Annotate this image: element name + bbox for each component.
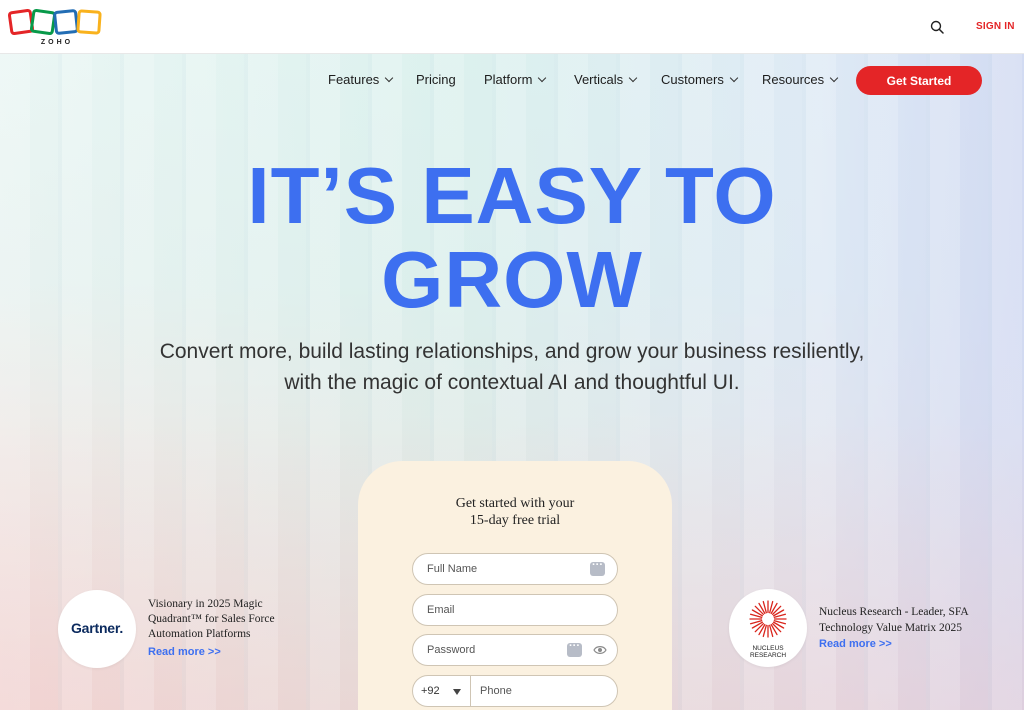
get-started-button[interactable]: Get Started [856, 66, 982, 95]
email-placeholder: Email [427, 604, 455, 616]
subtext-line-1: Convert more, build lasting relationship… [159, 340, 865, 363]
nucleus-badge: NUCLEUS RESEARCH [729, 589, 807, 667]
main-nav: Features Pricing Platform Verticals Cust… [0, 54, 1024, 106]
nucleus-line-2: Technology Value Matrix 2025 [819, 622, 963, 634]
nucleus-logo-line-2: RESEARCH [749, 652, 787, 659]
signup-form: Get started with your 15-day free trial … [358, 461, 672, 710]
nucleus-award-text: Nucleus Research - Leader, SFA Technolog… [819, 604, 1009, 652]
chevron-down-icon [538, 73, 547, 82]
nav-label: Customers [661, 72, 724, 87]
gartner-read-more-link[interactable]: Read more >> [148, 645, 318, 660]
sign-in-link[interactable]: SIGN IN [976, 21, 1015, 32]
nucleus-read-more-link[interactable]: Read more >> [819, 636, 1009, 652]
zoho-logo[interactable]: ZOHO [7, 8, 105, 48]
chevron-down-icon [628, 73, 638, 82]
nav-item-customers[interactable]: Customers [661, 72, 739, 87]
headline-line-1: IT’S EASY TO [247, 151, 777, 240]
nucleus-logo-line-1: NUCLEUS [752, 645, 784, 652]
top-bar: ZOHO SIGN IN [0, 0, 1024, 54]
nav-label: Resources [762, 72, 825, 87]
nav-item-platform[interactable]: Platform [484, 72, 547, 87]
hero-section: Features Pricing Platform Verticals Cust… [0, 54, 1024, 710]
chevron-down-icon [829, 73, 839, 82]
subtext-line-2: with the magic of contextual AI and thou… [284, 371, 740, 394]
logo-yellow-square-icon [76, 9, 102, 35]
nav-item-verticals[interactable]: Verticals [574, 72, 638, 87]
nav-label: Pricing [416, 72, 456, 87]
form-title: Get started with your 15-day free trial [358, 495, 672, 529]
autofill-icon[interactable] [590, 559, 605, 576]
email-field[interactable]: Email [412, 594, 618, 626]
password-field[interactable]: Password [412, 634, 618, 666]
logo-wordmark: ZOHO [40, 39, 74, 46]
hero-subtext: Convert more, build lasting relationship… [0, 336, 1024, 398]
nucleus-logo-icon [749, 600, 787, 638]
gartner-badge: Gartner. [58, 590, 136, 668]
gartner-line-1: Visionary in 2025 Magic [148, 598, 263, 610]
country-code-value: +92 [421, 685, 440, 697]
chevron-down-icon [729, 73, 739, 82]
full-name-placeholder: Full Name [427, 563, 478, 575]
full-name-field[interactable]: Full Name [412, 553, 618, 585]
nav-label: Verticals [574, 72, 624, 87]
gartner-award-text: Visionary in 2025 Magic Quadrant™ for Sa… [148, 597, 318, 660]
autofill-icon[interactable] [567, 640, 582, 657]
gartner-logo: Gartner. [70, 620, 124, 636]
nav-item-features[interactable]: Features [328, 72, 394, 87]
logo-blue-square-icon [52, 8, 80, 36]
country-code-select[interactable]: +92 [413, 676, 471, 706]
eye-icon[interactable] [593, 644, 607, 656]
gartner-line-2: Quadrant™ for Sales Force [148, 613, 275, 625]
chevron-down-icon [385, 73, 394, 82]
gartner-line-3: Automation Platforms [148, 628, 251, 640]
nav-item-pricing[interactable]: Pricing [416, 72, 456, 87]
search-icon[interactable] [930, 20, 944, 34]
dropdown-arrow-icon [453, 689, 461, 695]
nucleus-line-1: Nucleus Research - Leader, SFA [819, 606, 969, 618]
nav-item-resources[interactable]: Resources [762, 72, 839, 87]
headline-line-2: GROW [381, 235, 643, 324]
form-title-line-2: 15-day free trial [469, 513, 561, 528]
nav-label: Platform [484, 72, 533, 87]
hero-headline: IT’S EASY TO GROW [0, 154, 1024, 322]
phone-placeholder: Phone [480, 685, 512, 697]
nav-label: Features [328, 72, 380, 87]
password-placeholder: Password [427, 644, 476, 656]
form-title-line-1: Get started with your [455, 496, 575, 511]
phone-field[interactable]: +92 Phone [412, 675, 618, 707]
